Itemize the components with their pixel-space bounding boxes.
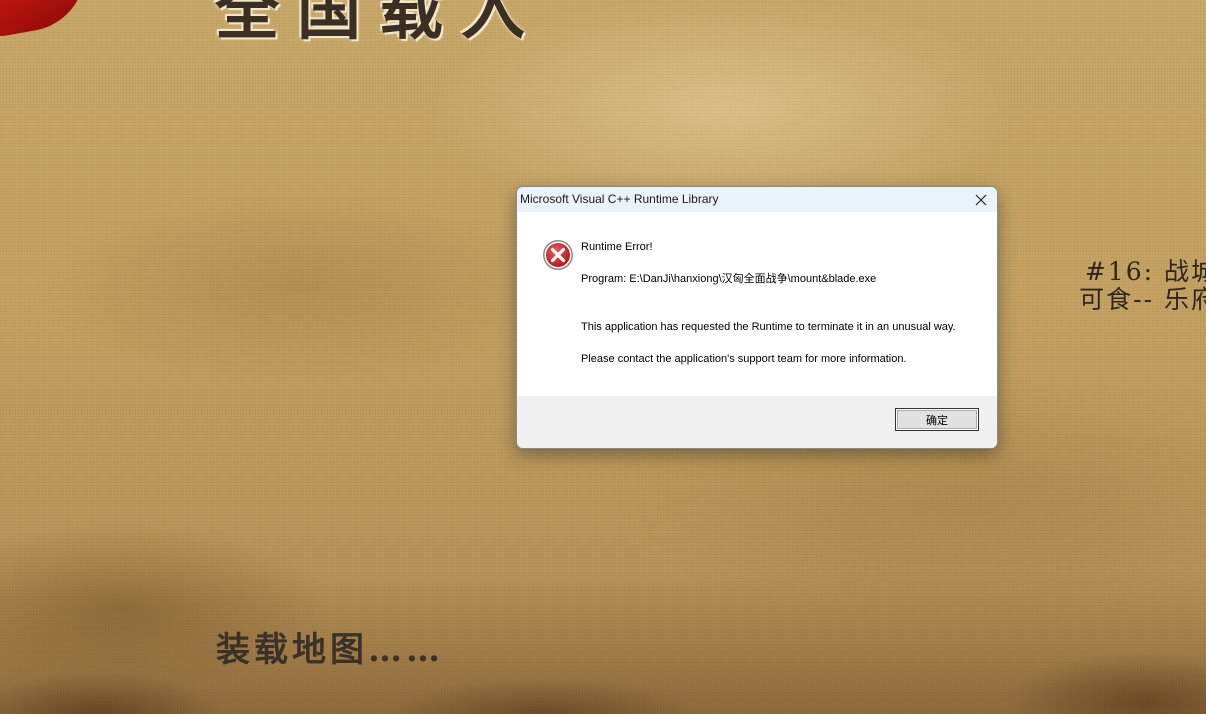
dialog-titlebar[interactable]: Microsoft Visual C++ Runtime Library xyxy=(517,187,997,212)
dialog-content: Runtime Error! Program: E:\DanJi\hanxion… xyxy=(517,212,997,396)
runtime-error-dialog: Microsoft Visual C++ Runtime Library Run… xyxy=(516,186,998,449)
dialog-title: Microsoft Visual C++ Runtime Library xyxy=(520,192,719,206)
loading-status: 装载地图…… xyxy=(216,630,444,670)
close-icon xyxy=(975,194,987,205)
close-button[interactable] xyxy=(965,187,997,212)
loading-tip-line1: #16: 战城 xyxy=(1084,257,1206,286)
loading-tip: #16: 战城 可食-- 乐府 xyxy=(1079,258,1206,314)
program-path: Program: E:\DanJi\hanxiong\汉匈全面战争\mount&… xyxy=(581,273,877,285)
error-icon xyxy=(543,240,573,270)
dialog-footer: 确定 xyxy=(517,396,997,448)
loading-tip-line2: 可食-- 乐府 xyxy=(1079,285,1206,314)
background-texture xyxy=(0,594,1206,714)
banner-title: 全国载入 xyxy=(215,0,543,49)
banner-decoration xyxy=(0,0,95,40)
error-message: This application has requested the Runti… xyxy=(581,321,956,333)
ok-button[interactable]: 确定 xyxy=(895,408,979,431)
error-heading: Runtime Error! xyxy=(581,241,653,253)
support-message: Please contact the application's support… xyxy=(581,353,907,365)
